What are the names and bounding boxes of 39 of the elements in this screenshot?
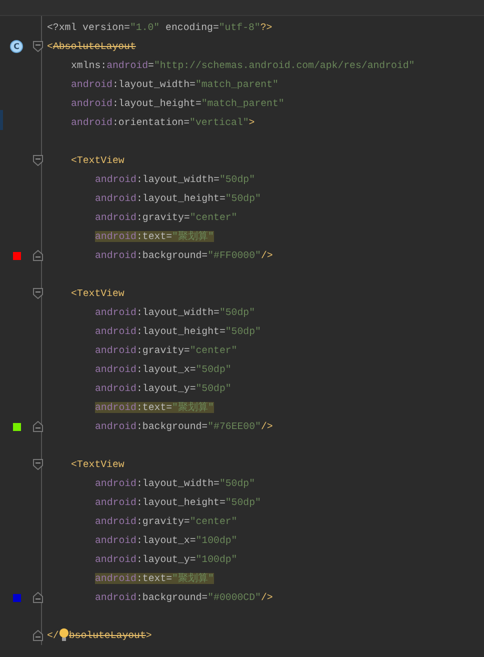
code-line: <?xml version="1.0" encoding="utf-8"?> [47,22,272,33]
code-line: android:layout_x="50dp" [95,364,232,375]
fold-icon[interactable] [33,459,43,470]
code-line: android:layout_width="50dp" [95,174,256,185]
code-line: android:gravity="center" [95,345,238,356]
code-line: <AbsoluteLayout [47,41,136,52]
fold-icon[interactable] [33,250,43,261]
code-line: android:gravity="center" [95,212,238,223]
code-line: <TextView [71,288,124,299]
lightbulb-icon[interactable] [58,628,69,642]
fold-icon[interactable] [33,155,43,166]
fold-icon[interactable] [33,41,43,52]
code-line: android:gravity="center" [95,516,238,527]
code-line: android:background="#76EE00"/> [95,421,273,432]
fold-icon[interactable] [33,592,43,603]
code-line: android:layout_height="match_parent" [71,98,284,109]
code-line: android:layout_height="50dp" [95,326,261,337]
code-line: android:layout_height="50dp" [95,497,261,508]
fold-icon[interactable] [33,421,43,432]
code-line: android:layout_width="match_parent" [71,79,278,90]
code-line: android:layout_y="50dp" [95,383,232,394]
class-badge[interactable]: C [10,40,23,53]
code-line: xmlns:android="http://schemas.android.com/apk/res/android" [71,60,415,71]
code-line: android:layout_width="50dp" [95,478,256,489]
code-line: android:layout_height="50dp" [95,193,261,204]
code-line: android:layout_width="50dp" [95,307,256,318]
code-line: android:layout_y="100dp" [95,554,238,565]
code-line: android:layout_x="100dp" [95,535,238,546]
code-line: <TextView [71,459,124,470]
code-line: android:orientation="vertical"> [71,117,255,128]
color-swatch[interactable] [12,594,20,602]
code-line: </ bsoluteLayout> [47,630,152,641]
code-line: android:background="#FF0000"/> [95,250,273,261]
color-swatch[interactable] [12,252,20,260]
color-swatch[interactable] [12,422,20,430]
fold-icon[interactable] [33,630,43,641]
fold-icon[interactable] [33,288,43,299]
code-line: <TextView [71,155,124,166]
code-line: android:background="#0000CD"/> [95,592,273,603]
